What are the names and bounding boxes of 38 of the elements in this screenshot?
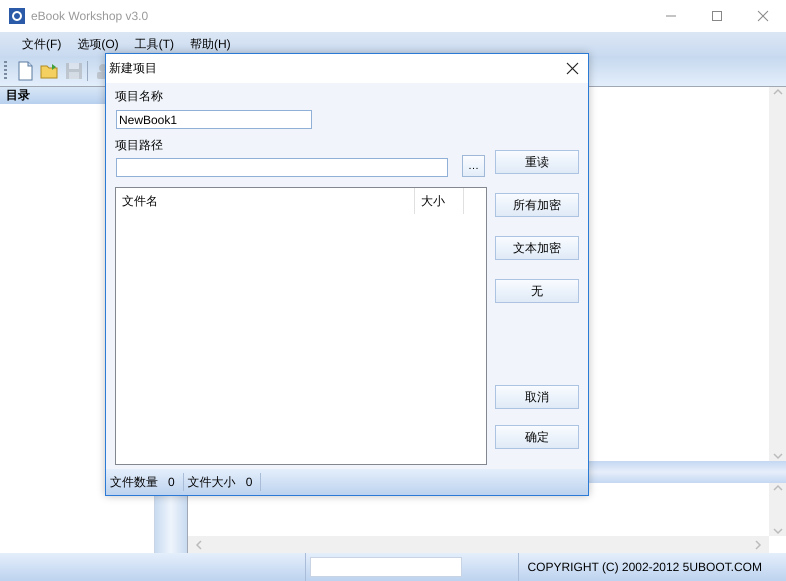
dialog-button[interactable]: 文本加密: [495, 236, 579, 260]
scroll-left-icon[interactable]: [194, 540, 204, 550]
dialog-button[interactable]: 确定: [495, 425, 579, 449]
scrollbar[interactable]: [769, 483, 786, 536]
file-list[interactable]: 文件名 大小: [115, 187, 487, 465]
dialog-button[interactable]: 无: [495, 279, 579, 303]
app-icon: [9, 8, 25, 24]
window-title: eBook Workshop v3.0: [31, 9, 150, 23]
dialog-title: 新建项目: [108, 60, 158, 77]
scroll-right-icon[interactable]: [753, 540, 763, 550]
menu-item[interactable]: 工具(T): [126, 36, 182, 52]
path-field[interactable]: [116, 158, 448, 177]
scroll-up-icon[interactable]: [772, 483, 782, 493]
menu-item[interactable]: 帮助(H): [182, 36, 239, 52]
status-value: 0: [246, 474, 252, 491]
scroll-down-icon[interactable]: [772, 451, 782, 461]
status-label: 文件数量: [110, 474, 158, 491]
dialog-button[interactable]: 取消: [495, 385, 579, 409]
dialog-button[interactable]: 重读: [495, 150, 579, 174]
name-field[interactable]: NewBook1: [116, 110, 312, 129]
copyright-text: COPYRIGHT (C) 2002-2012 5UBOOT.COM: [518, 553, 786, 581]
scroll-down-icon[interactable]: [772, 526, 782, 536]
menu-item[interactable]: 文件(F): [14, 36, 70, 52]
status-value: 0: [168, 474, 175, 491]
browse-button[interactable]: …: [462, 155, 485, 177]
scrollbar[interactable]: [769, 87, 786, 461]
column-header[interactable]: 大小: [415, 188, 464, 214]
close-icon: [566, 62, 578, 75]
menu-item[interactable]: 选项(O): [69, 36, 127, 52]
dialog-button[interactable]: 所有加密: [495, 193, 579, 217]
field-label: 项目路径: [115, 137, 164, 153]
close-icon: [757, 10, 769, 22]
maximize-icon: [711, 10, 723, 22]
scrollbar[interactable]: [188, 536, 769, 553]
open-folder-icon[interactable]: [39, 61, 59, 81]
status-label: 文件大小: [188, 474, 236, 491]
scroll-up-icon[interactable]: [772, 87, 782, 97]
column-header[interactable]: 文件名: [116, 188, 415, 214]
